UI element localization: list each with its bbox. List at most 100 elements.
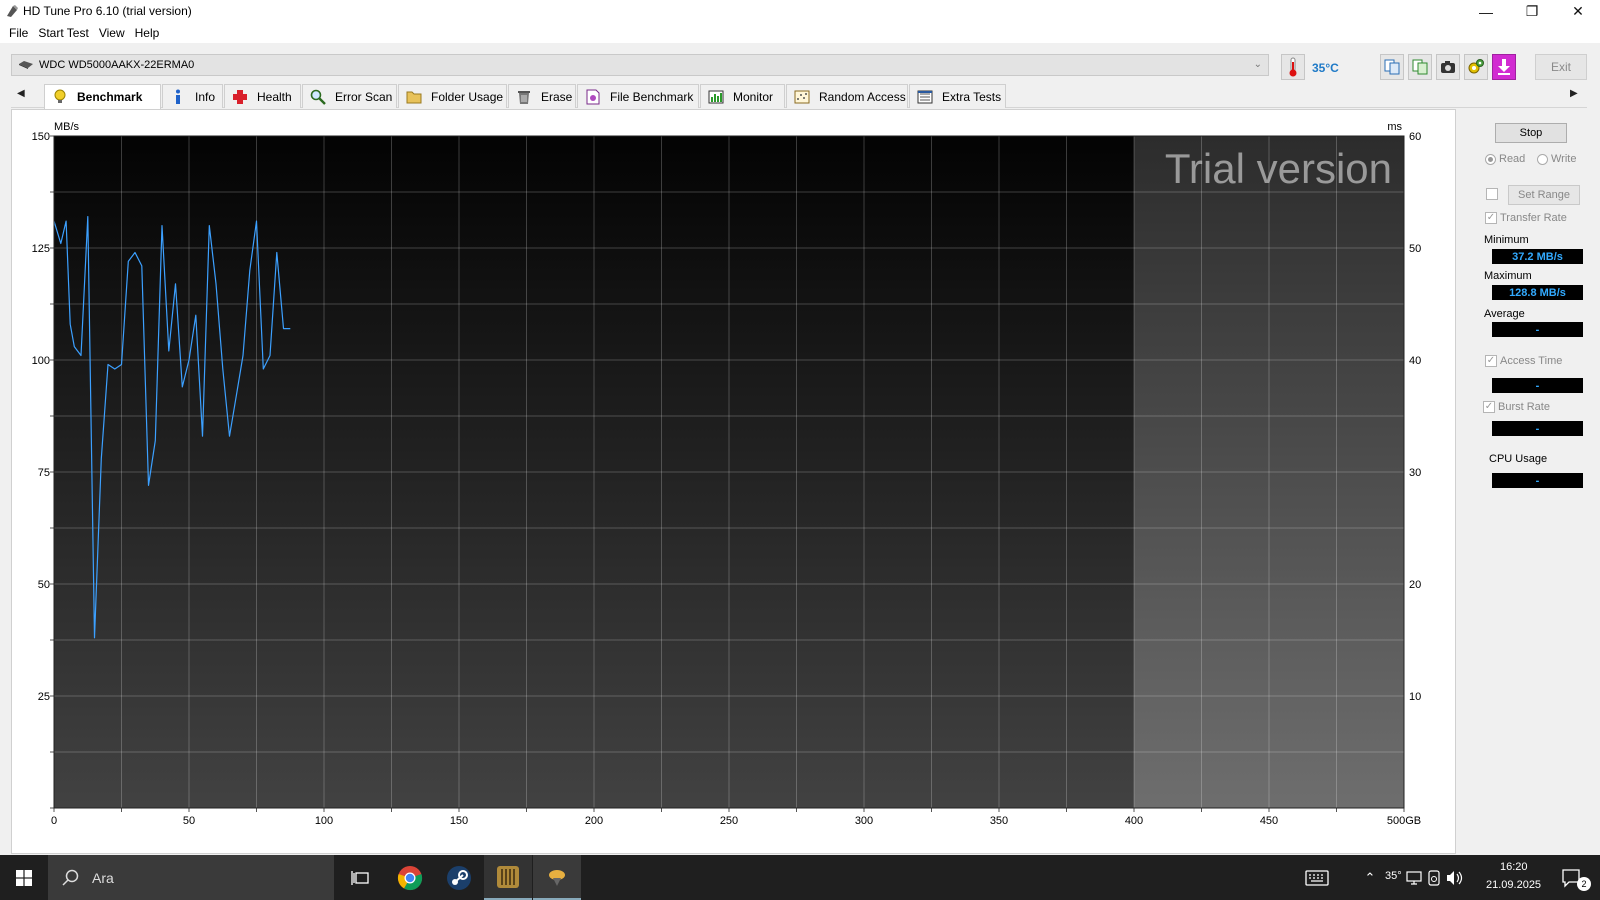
tab-file-benchmark[interactable]: File Benchmark (577, 84, 699, 108)
y-right-tick-label: 60 (1409, 131, 1421, 143)
burst-rate-checkbox[interactable]: ✓ (1483, 401, 1495, 413)
menu-view[interactable]: View (96, 26, 132, 40)
options-button[interactable] (1464, 54, 1488, 80)
stop-button[interactable]: Stop (1495, 123, 1567, 143)
tab-error-scan-label: Error Scan (335, 89, 393, 104)
trash-icon (515, 88, 533, 106)
transfer-rate-checkbox[interactable]: ✓ (1485, 212, 1497, 224)
restore-button[interactable]: ❐ (1509, 0, 1555, 23)
y-right-tick-label: 50 (1409, 243, 1421, 255)
window-title: HD Tune Pro 6.10 (trial version) (23, 4, 192, 18)
screenshot-button[interactable] (1436, 54, 1460, 80)
copy-image-button[interactable] (1408, 54, 1432, 80)
notification-center-button[interactable]: 2 (1555, 855, 1591, 900)
tab-scroll-left-icon[interactable]: ◀ (17, 88, 25, 99)
benchmark-controls: Stop Read Write Set Range ✓ Transfer Rat… (1459, 109, 1587, 854)
device-icon (1428, 869, 1440, 886)
y-right-tick-label: 10 (1409, 691, 1421, 703)
write-radio-dot (1537, 153, 1548, 165)
task-view-button[interactable] (336, 855, 384, 900)
touch-keyboard-button[interactable] (1302, 855, 1332, 900)
tab-benchmark[interactable]: Benchmark (44, 84, 161, 109)
taskbar-hdtune[interactable] (533, 855, 581, 900)
tray-network[interactable] (1404, 855, 1424, 900)
set-range-checkbox[interactable] (1486, 188, 1498, 200)
menu-bar: File Start Test View Help (0, 23, 1600, 43)
menu-help[interactable]: Help (132, 26, 167, 40)
minimize-button[interactable]: — (1463, 0, 1509, 23)
close-button[interactable]: ✕ (1555, 0, 1600, 23)
y-left-unit-label: MB/s (54, 121, 80, 133)
tab-extra-tests-label: Extra Tests (942, 89, 1002, 104)
tab-health[interactable]: Health (224, 84, 301, 108)
tab-info-label: Info (195, 89, 216, 104)
benchmark-chart-panel: 0 50 100 150 200 250 300 350 400 450 500GB 150 125 10… (11, 109, 1456, 854)
exit-button[interactable]: Exit (1535, 54, 1587, 80)
write-radio[interactable]: Write (1537, 153, 1576, 165)
tab-monitor[interactable]: Monitor (700, 84, 785, 108)
access-time-checkbox[interactable]: ✓ (1485, 355, 1497, 367)
tab-extra-tests[interactable]: Extra Tests (909, 84, 1006, 108)
y-right-unit-label: ms (1387, 121, 1402, 133)
chevron-up-icon: ⌃ (1364, 869, 1376, 885)
read-radio-label: Read (1499, 153, 1526, 165)
y-left-tick-label: 100 (32, 355, 50, 367)
extra-tests-icon (916, 88, 934, 106)
burst-rate-value: - (1492, 421, 1583, 436)
tab-erase[interactable]: Erase (508, 84, 576, 108)
menu-file[interactable]: File (6, 26, 35, 40)
tray-time[interactable]: 16:20 (1500, 861, 1528, 873)
tray-device[interactable] (1424, 855, 1444, 900)
x-tick-label: 150 (450, 815, 468, 827)
copy-text-icon (1384, 59, 1400, 75)
tab-random-access-label: Random Access (819, 89, 906, 104)
steam-icon (447, 865, 471, 890)
game-app-icon (497, 865, 519, 888)
tab-error-scan[interactable]: Error Scan (302, 84, 397, 108)
y-left-tick-label: 125 (32, 243, 50, 255)
monitor-icon (707, 88, 725, 106)
tab-folder-usage[interactable]: Folder Usage (398, 84, 507, 108)
chevron-down-icon[interactable]: ⌄ (1254, 59, 1262, 70)
set-range-button[interactable]: Set Range (1508, 185, 1580, 205)
y-right-tick-label: 20 (1409, 579, 1421, 591)
tab-scroll-right-icon[interactable]: ▶ (1570, 88, 1578, 99)
save-button[interactable] (1492, 54, 1516, 80)
copy-info-button[interactable] (1380, 54, 1404, 80)
tray-date[interactable]: 21.09.2025 (1486, 879, 1541, 891)
taskbar-search-box[interactable]: Ara (48, 855, 334, 900)
tray-overflow-button[interactable]: ⌃ (1360, 855, 1380, 900)
menu-start-test[interactable]: Start Test (35, 26, 95, 40)
notification-count-badge: 2 (1577, 877, 1591, 891)
transfer-rate-label: Transfer Rate (1500, 212, 1567, 224)
taskbar: Ara ⌃ 35° 16:20 21.09.2025 2 (0, 855, 1600, 900)
temperature-indicator (1281, 54, 1305, 80)
burst-rate-label: Burst Rate (1498, 401, 1550, 413)
x-tick-label: 300 (855, 815, 873, 827)
cpu-usage-label: CPU Usage (1489, 453, 1548, 465)
y-left-tick-label: 150 (32, 131, 50, 143)
network-icon (1406, 870, 1422, 885)
start-button[interactable] (0, 855, 48, 900)
tray-weather[interactable]: 35° (1385, 870, 1402, 882)
read-radio[interactable]: Read (1485, 153, 1525, 165)
x-tick-label: 100 (315, 815, 333, 827)
bulb-icon (51, 88, 69, 106)
x-tick-label: 50 (183, 815, 195, 827)
average-label: Average (1484, 308, 1525, 320)
tab-random-access[interactable]: Random Access (786, 84, 908, 108)
keyboard-icon (1305, 869, 1329, 886)
drive-select[interactable]: WDC WD5000AAKX-22ERMA0 ⌄ (11, 54, 1269, 76)
transfer-rate-chart: 0 50 100 150 200 250 300 350 400 450 500GB 150 125 10… (32, 121, 1422, 827)
tab-folder-usage-label: Folder Usage (431, 89, 504, 104)
tray-volume[interactable] (1444, 855, 1466, 900)
taskbar-app-game[interactable] (484, 855, 532, 900)
taskbar-chrome[interactable] (386, 855, 434, 900)
tab-info[interactable]: Info (162, 84, 223, 108)
x-tick-label: 350 (990, 815, 1008, 827)
tab-benchmark-label: Benchmark (77, 90, 143, 104)
taskbar-steam[interactable] (435, 855, 483, 900)
camera-icon (1441, 61, 1455, 73)
x-tick-label: 500GB (1387, 815, 1421, 827)
write-radio-label: Write (1551, 153, 1577, 165)
